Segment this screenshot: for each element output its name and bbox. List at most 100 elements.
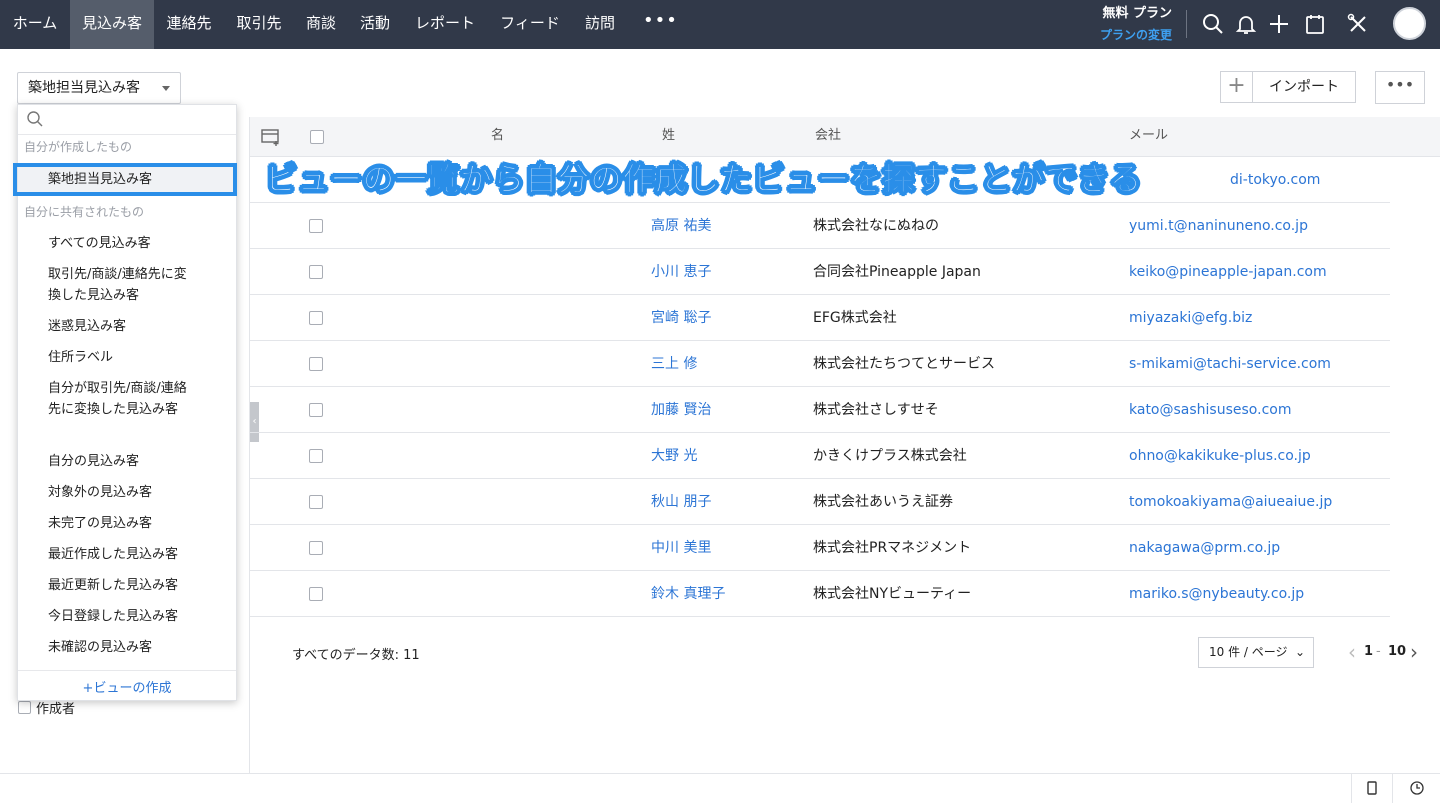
row-name[interactable]: 三上 修 [651,341,697,387]
tab-reports[interactable]: レポート [402,0,488,49]
per-page-select[interactable]: 10 件 / ページ ⌄ [1198,637,1314,668]
row-email[interactable]: miyazaki@efg.biz [1129,295,1252,341]
row-company: 株式会社なにぬねの [813,218,939,234]
row-name[interactable]: 鈴木 真理子 [651,571,725,617]
tab-accounts[interactable]: 取引先 [224,0,294,49]
chevron-down-icon: ⌄ [1294,645,1305,659]
group-label-mine: 自分が作成したもの [24,140,133,154]
tab-home[interactable]: ホーム [0,0,70,49]
row-name[interactable]: 小川 恵子 [651,249,711,295]
prev-page-icon[interactable]: ‹ [1348,640,1356,664]
view-item[interactable]: 最近更新した見込み客 [48,575,233,596]
row-name[interactable]: 中川 美里 [651,525,711,571]
row-checkbox[interactable] [309,265,323,279]
table-row[interactable]: 中川 美里 株式会社PRマネジメント nakagawa@prm.co.jp [250,525,1390,571]
create-lead-button[interactable]: + [1220,71,1252,103]
row-name[interactable]: 大野 光 [651,433,697,479]
row-checkbox[interactable] [309,357,323,371]
header-first-name[interactable]: 名 [491,117,504,157]
creator-checkbox[interactable] [18,701,31,714]
tab-feeds[interactable]: フィード [488,0,572,49]
next-page-icon[interactable]: › [1410,640,1418,664]
row-name[interactable]: 宮崎 聡子 [651,295,711,341]
table-row[interactable]: 高原 祐美 株式会社なにぬねの yumi.t@naninuneno.co.jp [250,203,1390,249]
view-item[interactable]: 未完了の見込み客 [48,513,233,534]
view-item[interactable]: 迷惑見込み客 [48,316,233,337]
select-all-checkbox[interactable] [310,130,324,144]
row-checkbox[interactable] [309,219,323,233]
create-view-link[interactable]: +ビューの作成 [18,677,236,696]
view-item[interactable]: 最近作成した見込み客 [48,544,233,565]
row-checkbox[interactable] [309,311,323,325]
group-label-shared: 自分に共有されたもの [24,205,145,219]
calendar-icon[interactable] [1303,12,1327,36]
view-item[interactable]: 取引先/商談/連絡先に変換した見込み客 [48,264,198,306]
row-checkbox[interactable] [309,587,323,601]
import-button[interactable]: インポート [1252,71,1356,103]
row-name[interactable]: 秋山 朋子 [651,479,711,525]
page-start: 1 [1364,644,1374,659]
row-email[interactable]: keiko@pineapple-japan.com [1129,249,1327,295]
view-item[interactable]: 自分の見込み客 [48,451,233,472]
view-item[interactable]: 自分が取引先/商談/連絡先に変換した見込み客 [48,378,198,420]
row-company: 株式会社NYビューティー [813,586,972,602]
row-checkbox[interactable] [309,403,323,417]
search-icon [27,111,43,127]
top-navigation-bar: ホーム 見込み客 連絡先 取引先 商談 活動 レポート フィード 訪問 ••• … [0,0,1440,49]
setup-tools-icon[interactable] [1346,12,1370,36]
caret-down-icon [162,86,170,91]
table-row[interactable]: 宮崎 聡子 EFG株式会社 miyazaki@efg.biz [250,295,1390,341]
table-row[interactable]: 大野 光 かきくけプラス株式会社 ohno@kakikuke-plus.co.jp [250,433,1390,479]
more-actions-button[interactable]: ••• [1375,71,1425,104]
header-email[interactable]: メール [1129,117,1168,157]
view-selector[interactable]: 築地担当見込み客 [17,72,181,104]
row-email[interactable]: nakagawa@prm.co.jp [1129,525,1280,571]
table-row[interactable]: 加藤 賢治 株式会社さしすせそ kato@sashisuseso.com [250,387,1390,433]
row-email[interactable]: mariko.s@nybeauty.co.jp [1129,571,1304,617]
row-email[interactable]: kato@sashisuseso.com [1129,387,1291,433]
tab-leads[interactable]: 見込み客 [70,0,154,49]
tab-contacts[interactable]: 連絡先 [154,0,224,49]
plan-info: 無料 プラン プランの変更 [1052,5,1172,44]
search-icon[interactable] [1201,12,1225,36]
row-name[interactable]: 高原 祐美 [651,203,711,249]
row-checkbox[interactable] [309,541,323,555]
row-email[interactable]: ohno@kakikuke-plus.co.jp [1129,433,1311,479]
column-settings-icon[interactable] [261,128,281,146]
row-email[interactable]: s-mikami@tachi-service.com [1129,341,1331,387]
row-email[interactable]: tomokoakiyama@aiueaiue.jp [1129,479,1332,525]
header-last-name[interactable]: 姓 [662,117,675,157]
tab-activities[interactable]: 活動 [348,0,402,49]
row-checkbox[interactable] [309,495,323,509]
view-item[interactable]: 未確認の見込み客 [48,637,233,658]
footer-notes-button[interactable] [1351,774,1391,803]
change-plan-link[interactable]: プランの変更 [1052,26,1172,44]
tab-visits[interactable]: 訪問 [572,0,628,49]
highlight-box [13,163,237,196]
view-item[interactable]: 今日登録した見込み客 [48,606,233,627]
row-name[interactable]: 加藤 賢治 [651,387,711,433]
table-row[interactable]: 秋山 朋子 株式会社あいうえ証券 tomokoakiyama@aiueaiue.jp [250,479,1390,525]
table-header: 名 姓 会社 メール [250,117,1440,157]
table-row[interactable]: 小川 恵子 合同会社Pineapple Japan keiko@pineapple-… [250,249,1390,295]
view-item[interactable]: 住所ラベル [48,347,233,368]
footer-history-button[interactable] [1392,774,1440,803]
row-email[interactable]: di-tokyo.com [1230,157,1320,203]
table-row[interactable]: 鈴木 真理子 株式会社NYビューティー mariko.s@nybeauty.co.j… [250,571,1390,617]
row-email[interactable]: yumi.t@naninuneno.co.jp [1129,203,1308,249]
phone-icon [1366,781,1377,795]
view-item[interactable]: すべての見込み客 [48,233,233,254]
header-company[interactable]: 会社 [815,117,841,157]
bell-icon[interactable] [1234,12,1258,36]
row-company: 株式会社さしすせそ [813,402,939,418]
view-item[interactable]: 対象外の見込み客 [48,482,233,503]
more-tabs-button[interactable]: ••• [643,0,677,49]
plan-label: 無料 プラン [1102,6,1172,21]
view-search-box[interactable] [18,105,236,135]
user-avatar[interactable] [1393,7,1426,40]
plus-icon[interactable] [1267,12,1291,36]
tab-deals[interactable]: 商談 [294,0,348,49]
row-checkbox[interactable] [309,449,323,463]
table-row[interactable]: 三上 修 株式会社たちつてとサービス s-mikami@tachi-service.… [250,341,1390,387]
history-icon [1409,781,1424,795]
